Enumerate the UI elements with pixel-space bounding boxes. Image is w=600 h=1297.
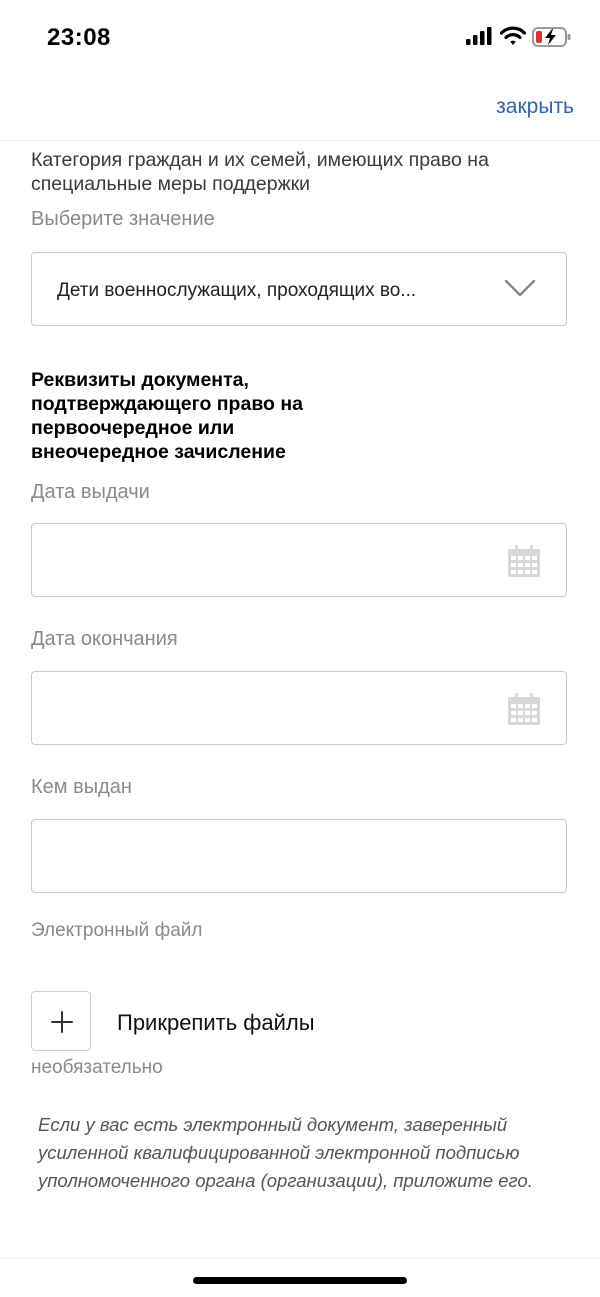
category-select[interactable]: Дети военнослужащих, проходящих во... — [31, 252, 567, 326]
issued-by-field[interactable] — [31, 819, 567, 893]
calendar-icon[interactable] — [507, 544, 541, 578]
category-label: Категория граждан и их семей, имеющих пр… — [31, 149, 489, 195]
file-label: Электронный файл — [31, 920, 203, 941]
chevron-down-icon — [504, 279, 536, 297]
bottom-divider — [0, 1258, 600, 1259]
battery-charging-icon — [532, 27, 571, 47]
issue-date-field[interactable] — [31, 523, 567, 597]
category-hint: Выберите значение — [31, 208, 215, 230]
end-date-field[interactable] — [31, 671, 567, 745]
plus-icon — [51, 1011, 73, 1033]
close-button[interactable]: закрыть — [496, 95, 574, 119]
attach-files-button[interactable] — [31, 991, 91, 1051]
signal-icon — [466, 27, 492, 45]
attach-files-label[interactable]: Прикрепить файлы — [117, 1010, 315, 1036]
status-time: 23:08 — [47, 24, 111, 51]
category-selected-value: Дети военнослужащих, проходящих во... — [57, 280, 417, 301]
optional-label: необязательно — [31, 1057, 163, 1078]
home-indicator — [193, 1277, 407, 1284]
issued-by-label: Кем выдан — [31, 776, 132, 798]
file-note: Если у вас есть электронный документ, за… — [38, 1114, 533, 1191]
end-date-label: Дата окончания — [31, 628, 178, 650]
status-bar: 23:08 — [0, 0, 600, 78]
wifi-icon — [500, 26, 526, 45]
section-title: Реквизиты документа, подтверждающего пра… — [31, 369, 304, 463]
calendar-icon[interactable] — [507, 692, 541, 726]
header: закрыть — [0, 78, 600, 141]
issue-date-label: Дата выдачи — [31, 481, 150, 503]
